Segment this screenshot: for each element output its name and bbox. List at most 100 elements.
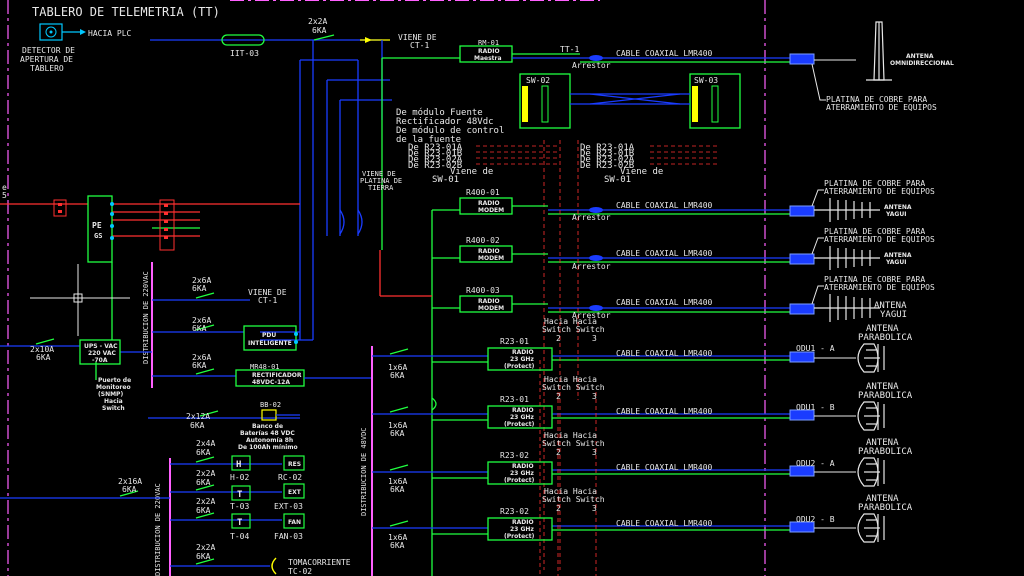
detector-label-2: APERTURA DE	[20, 55, 73, 64]
breaker-r23-4b: 6KA	[390, 541, 405, 550]
rc02-label: RC-02	[278, 473, 302, 482]
antenna-parabolic-2-icon	[857, 401, 885, 431]
r23-1-l1: RADIO	[512, 349, 534, 356]
pe-label: PE	[92, 221, 102, 230]
sw03-label: SW-03	[694, 76, 718, 85]
r400-02-l2: MODEM	[478, 255, 504, 262]
antenna-yagi-1-icon	[814, 198, 880, 222]
num-3-4: 3	[592, 504, 597, 513]
r400-03-l1: RADIO	[478, 298, 500, 305]
sw02-label: SW-02	[526, 76, 550, 85]
breaker-t03-b: 6KA	[196, 478, 211, 487]
sw01-right: SW-01	[604, 175, 631, 185]
r400-03-l2: MODEM	[478, 305, 504, 312]
r400-02-l1: RADIO	[478, 248, 500, 255]
h02-label: H-02	[230, 473, 249, 482]
fan03-label: FAN-03	[274, 532, 303, 541]
breaker-r23-2b: 6KA	[390, 429, 405, 438]
parab-1-l2: PARABOLICA	[858, 333, 913, 343]
breaker-main-b: 6KA	[122, 485, 137, 494]
r400-03-label: R400-03	[466, 286, 500, 295]
breaker-pdu-1b: 6KA	[192, 284, 207, 293]
viene-platina-3: TIERRA	[368, 184, 394, 192]
breaker-rect-b: 6KA	[192, 361, 207, 370]
fan-label: FAN	[288, 519, 301, 526]
r23-1-l2: 23 GHz	[510, 356, 534, 363]
viene-ct1-b-2: CT-1	[258, 296, 277, 305]
puerto-4: Hacia	[104, 398, 123, 405]
yagi-3-l2: YAGUI	[880, 310, 907, 320]
ups-label-2: 220 VAC	[88, 350, 116, 357]
detector-icon	[39, 23, 63, 41]
r23-2-l1: RADIO	[512, 407, 534, 414]
coax-feeds	[548, 57, 790, 531]
r23-1-l3: (Protect)	[504, 363, 535, 370]
odu-label-3: ODU2 - A	[796, 459, 835, 468]
antenna-parabolic-4-icon	[857, 513, 885, 543]
antenna-parabolic-1-icon	[857, 343, 885, 373]
h02-symbol: H	[236, 460, 241, 470]
hacia-1b: Switch Switch	[542, 325, 605, 334]
r23-3-l1: RADIO	[512, 463, 534, 470]
bat-2: Baterías 48 VDC	[240, 430, 295, 437]
num-2-4: 2	[556, 504, 561, 513]
breaker-r23-1b: 6KA	[390, 371, 405, 380]
puerto-2: Monitoreo	[96, 384, 131, 391]
antenna-parabolic-3-icon	[857, 457, 885, 487]
hacia-3b: Switch Switch	[542, 439, 605, 448]
fuse-blocks	[53, 199, 175, 251]
r400-01-l2: MODEM	[478, 207, 504, 214]
odu-label-4: ODU2 - B	[796, 515, 835, 524]
breaker-t03-a: 2x2A	[196, 469, 215, 478]
num-2-3: 2	[556, 448, 561, 457]
panel-title: TABLERO DE TELEMETRIA (TT)	[32, 5, 220, 19]
num-3-2: 3	[592, 392, 597, 401]
cable-label-3: CABLE COAXIAL LMR400	[616, 249, 713, 258]
radio-maestra-label-2: Maestra	[474, 55, 502, 62]
t03-symbol: T	[237, 490, 243, 500]
breaker-top-rating: 2x2A	[308, 17, 327, 26]
num-2-2: 2	[556, 392, 561, 401]
puerto-3: (SNMP)	[98, 391, 123, 398]
t04-label: T-04	[230, 532, 249, 541]
breaker-t04-a: 2x2A	[196, 497, 215, 506]
r23-02-b-label: R23-02	[500, 507, 529, 516]
viene-ct1-label-2: CT-1	[410, 41, 429, 50]
res-label: RES	[288, 461, 301, 468]
puerto-5: Switch	[102, 405, 125, 412]
hacia-2b: Switch Switch	[542, 383, 605, 392]
antenna-omni-label-2: OMNIDIRECCIONAL	[890, 60, 954, 67]
breaker-ups-b: 6KA	[36, 353, 51, 362]
parab-4-l2: PARABOLICA	[858, 503, 913, 513]
yagi-2-l1: ANTENA	[884, 252, 912, 259]
platina-label-3b: ATERRAMIENTO DE EQUIPOS	[824, 235, 935, 244]
antenna-yagi-2-icon	[814, 246, 880, 270]
arrestor-label-2: Arrestor	[572, 213, 611, 222]
ups-label-1: UPS - VAC	[84, 343, 118, 350]
cable-label-6: CABLE COAXIAL LMR400	[616, 407, 713, 416]
cable-label-8: CABLE COAXIAL LMR400	[616, 519, 713, 528]
cable-label-4: CABLE COAXIAL LMR400	[616, 298, 713, 307]
cable-label-2: CABLE COAXIAL LMR400	[616, 201, 713, 210]
num-2-1: 2	[556, 334, 561, 343]
crosshair-icon	[30, 264, 130, 336]
ext03-label: EXT-03	[274, 502, 303, 511]
breaker-top-icon	[313, 34, 335, 41]
platina-label-1b: ATERRAMIENTO DE EQUIPOS	[826, 103, 937, 112]
dist-48-label: DISTRIBUCION DE 48VDC	[360, 427, 368, 516]
tomacorriente-2: TC-02	[288, 567, 312, 576]
breaker-r23-3b: 6KA	[390, 485, 405, 494]
antenna-omni-icon	[866, 21, 892, 81]
pdu-label-2: INTELIGENTE	[248, 340, 292, 347]
breaker-pdu-2b: 6KA	[192, 324, 207, 333]
rect-label-2: 48VDC-12A	[252, 379, 290, 386]
detector-label-3: TABLERO	[30, 64, 64, 73]
puerto-1: Puerto de	[98, 377, 131, 384]
hacia-plc-label: HACIA PLC	[88, 29, 132, 38]
breaker-t04-b: 6KA	[196, 506, 211, 515]
num-3-1: 3	[592, 334, 597, 343]
outlet-icon	[271, 557, 277, 575]
yagi-2-l2: YAGUI	[885, 259, 906, 266]
parab-3-l2: PARABOLICA	[858, 447, 913, 457]
breaker-tc-b: 6KA	[196, 552, 211, 561]
